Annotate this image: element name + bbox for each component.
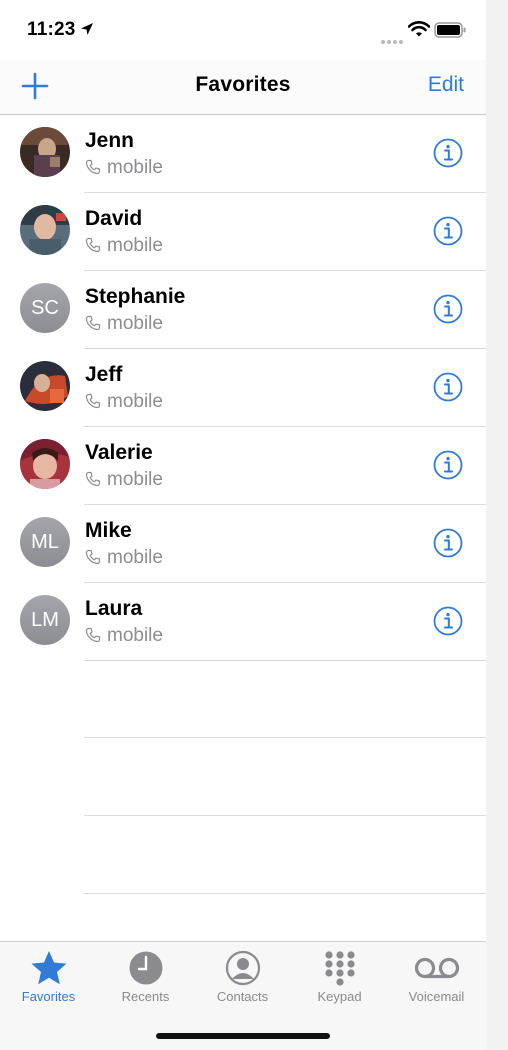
page-title: Favorites <box>195 73 291 96</box>
favorite-row-stephanie[interactable]: SC Stephanie mobile <box>0 271 486 349</box>
battery-icon <box>434 22 466 43</box>
keypad-icon <box>324 951 355 986</box>
phone-screen: 11:23 Favorites Edit Jenn mobile David m… <box>0 0 486 1050</box>
phone-label-text: mobile <box>107 391 163 412</box>
info-button[interactable] <box>433 138 463 168</box>
phone-label-text: mobile <box>107 625 163 646</box>
clock-icon <box>129 951 162 985</box>
edit-button[interactable]: Edit <box>428 73 464 97</box>
info-circle-icon <box>433 528 463 558</box>
phone-icon <box>85 471 101 487</box>
tab-label: Favorites <box>21 989 76 1004</box>
contact-name: Mike <box>85 519 132 542</box>
tab-label: Contacts <box>216 989 269 1004</box>
phone-label: mobile <box>85 469 163 491</box>
contact-avatar-photo <box>20 205 70 255</box>
info-circle-icon <box>433 372 463 402</box>
info-circle-icon <box>433 294 463 324</box>
contact-name: Valerie <box>85 441 153 464</box>
phone-label: mobile <box>85 235 163 257</box>
favorite-row-laura[interactable]: LM Laura mobile <box>0 583 486 661</box>
row-separator <box>84 660 486 661</box>
info-button[interactable] <box>433 450 463 480</box>
contact-avatar-initials: LM <box>20 595 70 645</box>
info-button[interactable] <box>433 372 463 402</box>
phone-icon <box>85 237 101 253</box>
phone-icon <box>85 315 101 331</box>
phone-label-text: mobile <box>107 547 163 568</box>
favorite-row-mike[interactable]: ML Mike mobile <box>0 505 486 583</box>
phone-label-text: mobile <box>107 313 163 334</box>
info-circle-icon <box>433 138 463 168</box>
contact-name: David <box>85 207 143 230</box>
favorite-row-valerie[interactable]: Valerie mobile <box>0 427 486 505</box>
empty-row-separator <box>84 737 486 738</box>
favorite-row-david[interactable]: David mobile <box>0 193 486 271</box>
contact-avatar-photo <box>20 361 70 411</box>
contact-avatar-initials: ML <box>20 517 70 567</box>
info-button[interactable] <box>433 216 463 246</box>
status-bar: 11:23 <box>0 0 486 60</box>
favorite-row-jeff[interactable]: Jeff mobile <box>0 349 486 427</box>
empty-row-separator <box>84 893 486 894</box>
info-circle-icon <box>433 606 463 636</box>
phone-icon <box>85 393 101 409</box>
phone-label: mobile <box>85 313 163 335</box>
phone-label: mobile <box>85 391 163 413</box>
status-time: 11:23 <box>27 19 76 40</box>
contact-avatar-photo <box>20 127 70 177</box>
contact-avatar-photo <box>20 439 70 489</box>
phone-label-text: mobile <box>107 157 163 178</box>
phone-label: mobile <box>85 157 163 179</box>
phone-icon <box>85 549 101 565</box>
phone-label: mobile <box>85 547 163 569</box>
phone-icon <box>85 627 101 643</box>
info-button[interactable] <box>433 528 463 558</box>
contact-name: Stephanie <box>85 285 186 308</box>
tab-keypad[interactable]: Keypad <box>291 942 388 1012</box>
info-circle-icon <box>433 216 463 246</box>
favorites-list: Jenn mobile David mobile SC Stephanie mo… <box>0 115 486 661</box>
home-indicator[interactable] <box>156 1033 330 1039</box>
tab-voicemail[interactable]: Voicemail <box>388 942 485 1012</box>
contact-avatar-initials: SC <box>20 283 70 333</box>
tab-label: Keypad <box>317 989 362 1004</box>
cellular-signal-icon <box>381 31 405 49</box>
tab-favorites[interactable]: Favorites <box>0 942 97 1012</box>
screen-edge-margin <box>486 0 508 1050</box>
contact-name: Jenn <box>85 129 135 152</box>
tab-label: Recents <box>121 989 170 1004</box>
wifi-icon <box>407 21 431 42</box>
info-circle-icon <box>433 450 463 480</box>
tab-label: Voicemail <box>408 989 465 1004</box>
tab-contacts[interactable]: Contacts <box>194 942 291 1012</box>
phone-label-text: mobile <box>107 469 163 490</box>
phone-label-text: mobile <box>107 235 163 256</box>
favorite-row-jenn[interactable]: Jenn mobile <box>0 115 486 193</box>
navigation-bar: Favorites Edit <box>0 60 486 115</box>
empty-row-separator <box>84 815 486 816</box>
contact-name: Laura <box>85 597 143 620</box>
phone-label: mobile <box>85 625 163 647</box>
phone-icon <box>85 159 101 175</box>
contact-name: Jeff <box>85 363 123 386</box>
voicemail-icon <box>414 957 459 979</box>
star-icon <box>31 951 66 985</box>
info-button[interactable] <box>433 294 463 324</box>
person-circle-icon <box>225 950 260 986</box>
info-button[interactable] <box>433 606 463 636</box>
location-arrow-icon <box>80 22 94 41</box>
tab-recents[interactable]: Recents <box>97 942 194 1012</box>
